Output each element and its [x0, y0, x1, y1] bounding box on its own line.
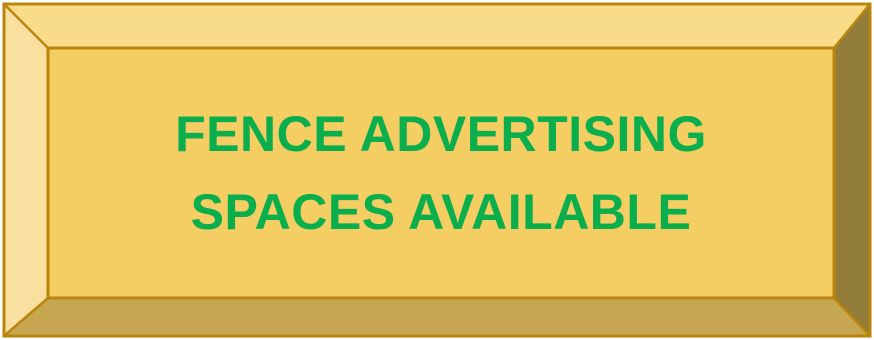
bevel-left — [4, 4, 48, 336]
bevel-top — [4, 4, 870, 48]
bevel-bottom — [4, 298, 870, 336]
sign-text-area: FENCE ADVERTISING SPACES AVAILABLE — [48, 48, 834, 298]
advertising-sign: FENCE ADVERTISING SPACES AVAILABLE — [0, 0, 874, 340]
bevel-right — [834, 4, 870, 336]
sign-line-2: SPACES AVAILABLE — [190, 184, 692, 240]
sign-line-1: FENCE ADVERTISING — [175, 106, 707, 162]
